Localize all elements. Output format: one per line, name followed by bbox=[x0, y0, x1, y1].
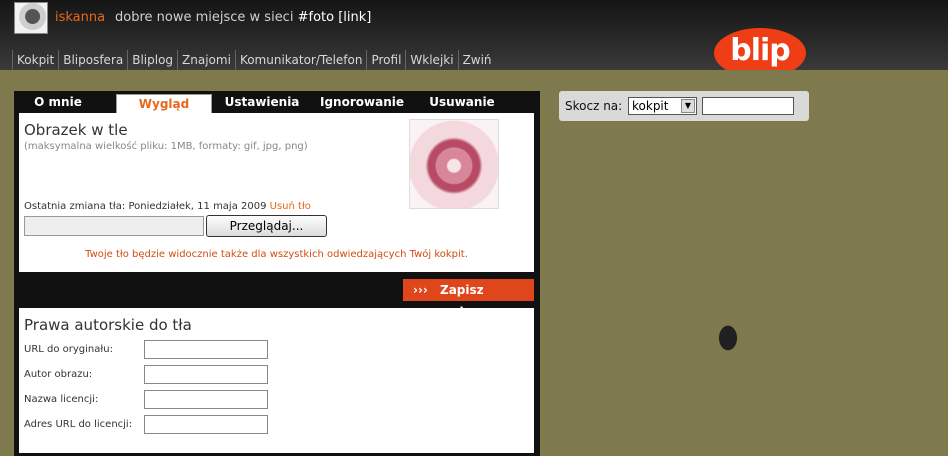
tab-wyglad[interactable]: Wygląd bbox=[116, 94, 212, 113]
license-name-label: Nazwa licencji: bbox=[24, 394, 99, 405]
visibility-note: Twoje tło będzie widocznie także dla wsz… bbox=[85, 249, 468, 260]
settings-tabs: O mnie Wygląd Ustawienia Ignorowanie Usu… bbox=[14, 91, 540, 131]
license-url-label: Adres URL do licencji: bbox=[24, 419, 133, 430]
copyright-box: Prawa autorskie do tła URL do oryginału:… bbox=[19, 308, 534, 453]
status-message: dobre nowe miejsce w sieci #foto [link] bbox=[115, 10, 371, 25]
jump-label: Skocz na: bbox=[565, 99, 623, 113]
chevron-down-icon: ▼ bbox=[681, 99, 695, 113]
tab-ustawienia[interactable]: Ustawienia bbox=[212, 91, 312, 113]
nav-item-bliplog[interactable]: Bliplog bbox=[127, 50, 177, 70]
remove-background-link[interactable]: Usuń tło bbox=[270, 201, 311, 212]
original-url-input[interactable] bbox=[144, 340, 268, 359]
license-name-input[interactable] bbox=[144, 390, 268, 409]
section-title: Obrazek w tle bbox=[24, 121, 128, 139]
jump-to-box: Skocz na: kokpit ▼ bbox=[559, 91, 809, 121]
browse-button[interactable]: Przeglądaj... bbox=[206, 215, 327, 237]
tab-o-mnie[interactable]: O mnie bbox=[14, 91, 102, 113]
nav-item-wklejki[interactable]: Wklejki bbox=[405, 50, 457, 70]
nav-item-komunikator[interactable]: Komunikator/Telefon bbox=[234, 50, 367, 70]
tab-ignorowanie[interactable]: Ignorowanie bbox=[312, 91, 412, 113]
background-image-box: Obrazek w tle (maksymalna wielkość pliku… bbox=[19, 113, 534, 272]
nav-item-znajomi[interactable]: Znajomi bbox=[177, 50, 235, 70]
status-text: dobre nowe miejsce w sieci bbox=[115, 10, 294, 25]
background-thumbnail bbox=[409, 119, 499, 209]
jump-select[interactable]: kokpit ▼ bbox=[628, 97, 697, 115]
license-url-input[interactable] bbox=[144, 415, 268, 434]
file-requirements: (maksymalna wielkość pliku: 1MB, formaty… bbox=[24, 141, 308, 152]
jump-input[interactable] bbox=[702, 97, 794, 115]
image-author-label: Autor obrazu: bbox=[24, 369, 93, 380]
avatar[interactable] bbox=[14, 2, 48, 34]
section-title: Prawa autorskie do tła bbox=[24, 316, 192, 334]
tab-usuwanie-konta[interactable]: Usuwanie konta bbox=[412, 91, 512, 131]
original-url-label: URL do oryginału: bbox=[24, 344, 113, 355]
username-link[interactable]: iskanna bbox=[55, 10, 105, 25]
nav-item-kokpit[interactable]: Kokpit bbox=[12, 50, 58, 70]
status-tag-link[interactable]: #foto [link] bbox=[298, 10, 372, 25]
top-bar: iskanna dobre nowe miejsce w sieci #foto… bbox=[0, 0, 948, 86]
image-author-input[interactable] bbox=[144, 365, 268, 384]
file-path-field[interactable] bbox=[24, 216, 204, 236]
settings-panel: O mnie Wygląd Ustawienia Ignorowanie Usu… bbox=[14, 91, 540, 456]
nav-item-bliposfera[interactable]: Bliposfera bbox=[58, 50, 127, 70]
nav-item-profil[interactable]: Profil bbox=[366, 50, 405, 70]
save-changes-button[interactable]: ››› Zapisz zmiany bbox=[403, 279, 534, 319]
arrows-icon: ››› bbox=[413, 283, 428, 297]
jump-selected-value: kokpit bbox=[632, 99, 669, 113]
last-change-text: Ostatnia zmiana tła: Poniedziałek, 11 ma… bbox=[24, 201, 267, 212]
last-change-info: Ostatnia zmiana tła: Poniedziałek, 11 ma… bbox=[24, 201, 311, 212]
nav-item-zwin[interactable]: Zwiń bbox=[457, 50, 496, 70]
main-nav: Kokpit Bliposfera Bliplog Znajomi Komuni… bbox=[12, 50, 496, 70]
